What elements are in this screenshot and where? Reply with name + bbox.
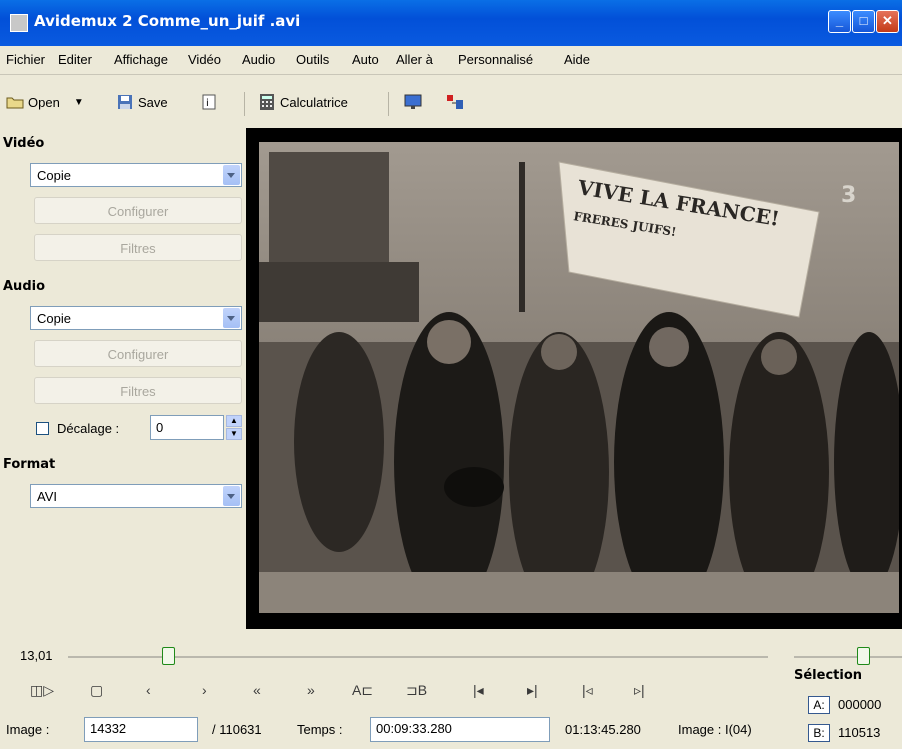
menu-affichage[interactable]: Affichage (114, 52, 168, 67)
calculator-label: Calculatrice (280, 94, 348, 110)
menu-bar: Fichier Editer Affichage Vidéo Audio Out… (0, 46, 902, 75)
mark-b-button[interactable]: ⊐B (406, 682, 427, 699)
volume-slider-track[interactable] (794, 656, 902, 658)
video-frame: VIVE LA FRANCE! FRERES JUIFS! 3 (259, 142, 899, 613)
next-keyframe-button[interactable]: ▹| (634, 682, 645, 699)
slider-value-label: 13,01 (20, 648, 53, 663)
go-end-button[interactable]: ▸| (527, 682, 538, 699)
video-frame-image: VIVE LA FRANCE! FRERES JUIFS! 3 (259, 142, 899, 613)
shift-spinner[interactable]: ▲ ▼ (226, 415, 242, 440)
go-start-button[interactable]: |◂ (473, 682, 484, 699)
shift-checkbox[interactable] (36, 422, 49, 435)
time-value: 00:09:33.280 (376, 721, 452, 736)
frame-type: Image : I(04) (678, 722, 752, 737)
output-button[interactable] (446, 94, 464, 110)
menu-fichier[interactable]: Fichier (6, 52, 45, 67)
format-section-title: Format (3, 457, 56, 472)
mark-a-label: A (352, 682, 362, 698)
total-frames: / 110631 (212, 722, 262, 737)
folder-icon (6, 97, 24, 109)
audio-codec-select[interactable]: Copie (30, 306, 242, 330)
format-value: AVI (37, 489, 57, 504)
video-codec-select[interactable]: Copie (30, 163, 242, 187)
image-input[interactable]: 14332 (84, 717, 198, 742)
menu-video[interactable]: Vidéo (188, 52, 221, 67)
shift-label: Décalage : (57, 421, 120, 436)
calculator-button[interactable]: Calculatrice (258, 94, 348, 110)
menu-editer[interactable]: Editer (58, 52, 92, 67)
time-label: Temps : (297, 722, 343, 737)
stop-button[interactable]: ▢ (90, 682, 103, 699)
toolbar-separator (244, 92, 245, 116)
open-button[interactable]: Open ▼ (6, 94, 84, 110)
app-icon (10, 14, 28, 32)
menu-personnalise[interactable]: Personnalisé (458, 52, 533, 67)
menu-outils[interactable]: Outils (296, 52, 329, 67)
minimize-button[interactable]: _ (828, 10, 851, 33)
video-configure-button[interactable]: Configurer (34, 197, 242, 224)
format-select[interactable]: AVI (30, 484, 242, 508)
mark-b-label: B (417, 682, 428, 698)
menu-auto[interactable]: Auto (352, 52, 379, 67)
chevron-down-icon (223, 308, 240, 328)
toolbar: Open ▼ Save i Calculatrice (0, 84, 902, 124)
video-preview: VIVE LA FRANCE! FRERES JUIFS! 3 (246, 128, 902, 629)
selection-title: Sélection (794, 668, 863, 683)
window-title: Avidemux 2 Comme_un_juif .avi (34, 12, 301, 30)
output-icon (447, 95, 463, 109)
menu-aller-a[interactable]: Aller à (396, 52, 433, 67)
open-label: Open (28, 94, 60, 110)
spin-up-icon[interactable]: ▲ (226, 415, 242, 427)
menu-aide[interactable]: Aide (564, 52, 590, 67)
selection-b-value: 110513 (838, 725, 881, 740)
menu-audio[interactable]: Audio (242, 52, 275, 67)
preview-button[interactable] (404, 94, 422, 110)
chevron-down-icon (223, 165, 240, 185)
prev-frame-button[interactable]: ‹ (146, 682, 151, 698)
play-button[interactable]: ◫▷ (30, 682, 54, 699)
calculator-icon (260, 94, 274, 110)
selection-a-value: 000000 (838, 697, 882, 712)
video-section-title: Vidéo (3, 136, 45, 151)
audio-section-title: Audio (3, 279, 46, 294)
floppy-icon (118, 95, 132, 109)
spin-down-icon[interactable]: ▼ (226, 428, 242, 440)
info-icon: i (202, 94, 216, 110)
duration: 01:13:45.280 (565, 722, 641, 737)
save-button[interactable]: Save (116, 94, 168, 110)
maximize-button[interactable]: □ (852, 10, 875, 33)
monitor-icon (404, 94, 422, 109)
video-filters-button[interactable]: Filtres (34, 234, 242, 261)
title-bar: Avidemux 2 Comme_un_juif .avi _ □ ✕ (0, 0, 902, 46)
chevron-down-icon[interactable]: ▼ (74, 97, 84, 108)
properties-button[interactable]: i (200, 94, 218, 110)
toolbar-separator (388, 92, 389, 116)
volume-slider-thumb[interactable] (857, 647, 870, 665)
audio-codec-value: Copie (37, 311, 71, 326)
time-input[interactable]: 00:09:33.280 (370, 717, 550, 742)
channel-logo: 3 (841, 183, 856, 208)
selection-a-button[interactable]: A: (808, 696, 830, 714)
svg-text:i: i (206, 98, 209, 109)
close-button[interactable]: ✕ (876, 10, 899, 33)
shift-value: 0 (156, 420, 164, 435)
rewind-button[interactable]: « (253, 682, 261, 698)
image-label: Image : (6, 722, 50, 737)
fast-forward-button[interactable]: » (307, 682, 315, 698)
save-label: Save (138, 94, 168, 110)
prev-keyframe-button[interactable]: |◃ (582, 682, 593, 699)
next-frame-button[interactable]: › (202, 682, 207, 698)
audio-filters-button[interactable]: Filtres (34, 377, 242, 404)
image-value: 14332 (90, 721, 127, 736)
video-codec-value: Copie (37, 168, 71, 183)
mark-a-button[interactable]: A⊏ (352, 682, 373, 699)
selection-b-button[interactable]: B: (808, 724, 830, 742)
shift-input[interactable]: 0 (150, 415, 224, 440)
audio-configure-button[interactable]: Configurer (34, 340, 242, 367)
timeline-slider-thumb[interactable] (162, 647, 175, 665)
chevron-down-icon (223, 486, 240, 506)
